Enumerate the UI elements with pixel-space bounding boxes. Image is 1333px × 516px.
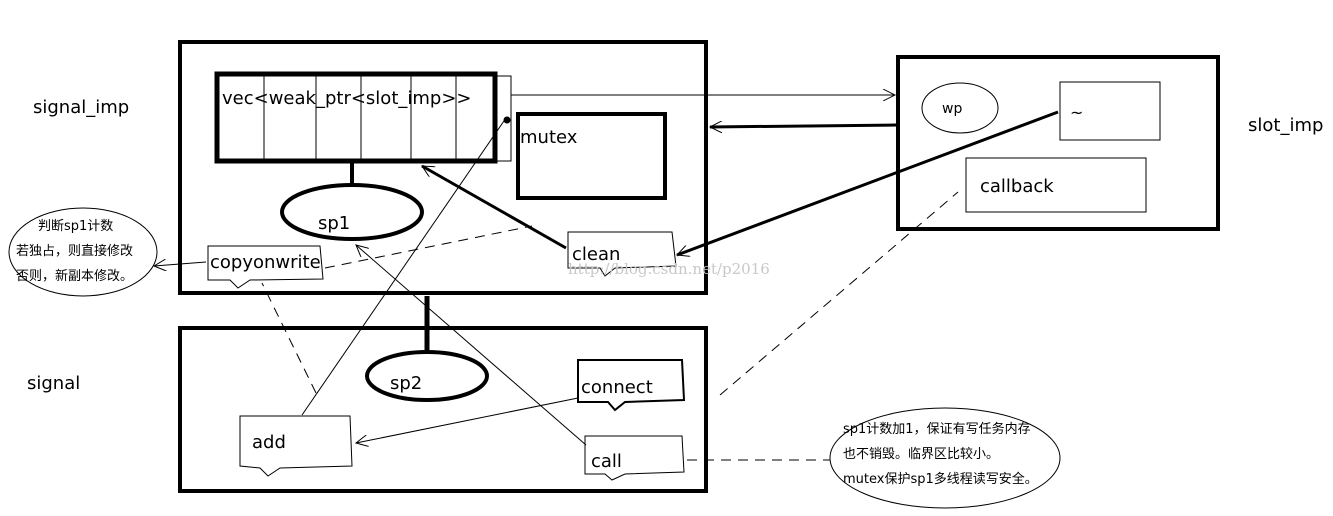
destructor-label: ~ xyxy=(1070,103,1083,122)
vec-box: vec<weak_ptr<slot_imp>> xyxy=(214,71,512,164)
mutex-label: mutex xyxy=(520,127,578,148)
callback-label: callback xyxy=(980,176,1054,197)
copyonwrite-note-line: 若独占，则直接修改 xyxy=(16,243,133,259)
slot-imp-box xyxy=(896,55,1220,231)
sp2-ellipse xyxy=(365,350,489,402)
diagram-canvas: signal_imp signal slot_imp vec<weak_ptr<… xyxy=(8,40,1323,509)
slot-imp-label: slot_imp xyxy=(1248,115,1323,136)
signal-imp-label: signal_imp xyxy=(33,97,129,118)
sp1-ellipse xyxy=(280,183,424,241)
copyonwrite-note-line: 判断sp1计数 xyxy=(38,219,113,234)
watermark: http://blog.csdn.net/p2016 xyxy=(568,260,770,278)
wp-label: wp xyxy=(942,101,962,117)
call-note-line: sp1计数加1，保证有写任务内存 xyxy=(843,421,1031,437)
call-note-line: 也不销毁。临界区比较小。 xyxy=(843,447,999,462)
sp2-label: sp2 xyxy=(390,373,422,394)
vec-label: vec<weak_ptr<slot_imp>> xyxy=(222,88,472,109)
call-note-line: mutex保护sp1多线程读写安全。 xyxy=(843,471,1038,487)
copyonwrite-label: copyonwrite xyxy=(210,252,321,273)
signal-label: signal xyxy=(27,373,80,394)
copyonwrite-note-line: 否则，新副本修改。 xyxy=(16,268,133,284)
add-label: add xyxy=(252,432,286,453)
connect-label: connect xyxy=(581,377,653,398)
call-label: call xyxy=(591,451,622,472)
sp1-label: sp1 xyxy=(318,213,350,234)
